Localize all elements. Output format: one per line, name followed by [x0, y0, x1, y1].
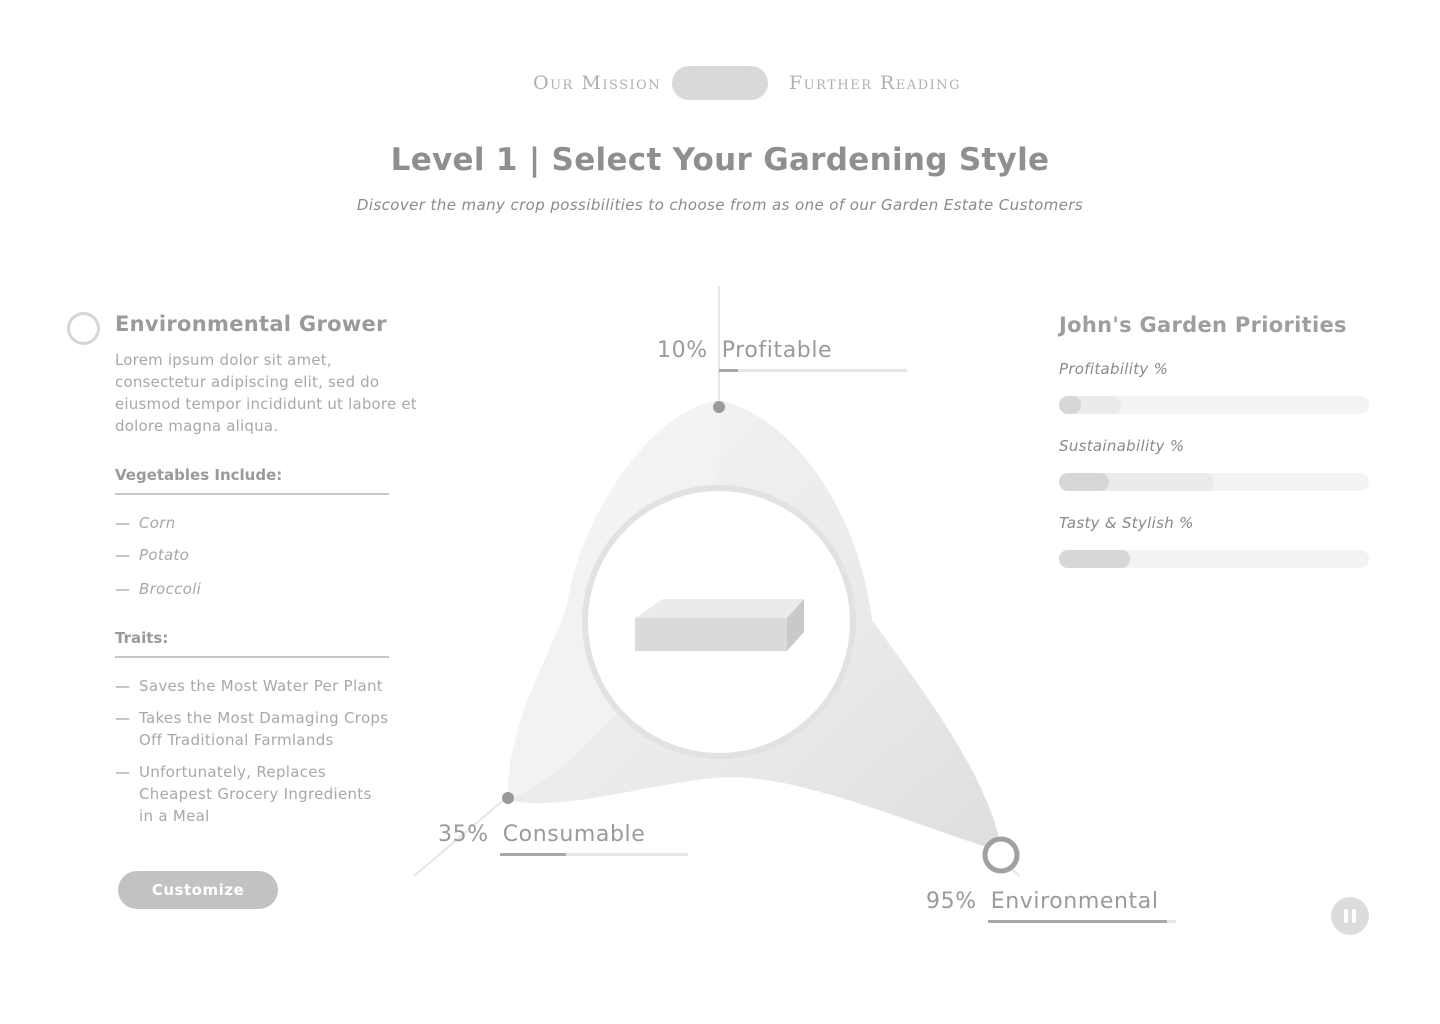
bar-environmental: [988, 920, 1176, 923]
gardening-style-diagram: [413, 286, 1021, 877]
priorities-title: John's Garden Priorities: [1059, 313, 1347, 337]
box-icon: [635, 599, 804, 651]
priority-label-tasty-stylish: Tasty & Stylish %: [1059, 514, 1194, 532]
label-profitable: 10% Profitable: [657, 338, 832, 363]
bar-profitable-fill: [719, 369, 738, 372]
priority-slider-sustainability[interactable]: [1059, 473, 1369, 491]
label-profitable-percent: 10%: [657, 338, 708, 363]
marker-profitable[interactable]: [713, 401, 725, 413]
priority-slider-profitability[interactable]: [1059, 396, 1369, 414]
label-consumable-name: Consumable: [502, 822, 646, 847]
priority-slider-tasty-stylish[interactable]: [1059, 550, 1369, 568]
pause-button[interactable]: [1331, 897, 1369, 935]
bar-environmental-fill: [988, 920, 1167, 923]
label-environmental: 95% Environmental: [926, 889, 1159, 914]
priority-slider-fill: [1059, 396, 1081, 414]
label-profitable-name: Profitable: [721, 338, 833, 363]
pause-icon: [1344, 909, 1348, 923]
bar-consumable-fill: [500, 853, 566, 856]
priority-slider-fill: [1059, 473, 1109, 491]
bar-profitable: [719, 369, 907, 372]
priority-slider-fill: [1059, 550, 1131, 568]
label-environmental-percent: 95%: [926, 889, 977, 914]
marker-environmental-handle[interactable]: [982, 836, 1020, 874]
marker-consumable[interactable]: [502, 792, 514, 804]
priority-label-sustainability: Sustainability %: [1059, 437, 1185, 455]
pause-icon: [1352, 909, 1356, 923]
label-environmental-name: Environmental: [990, 889, 1159, 914]
label-consumable-percent: 35%: [438, 822, 489, 847]
bar-consumable: [500, 853, 688, 856]
label-consumable: 35% Consumable: [438, 822, 645, 847]
priority-label-profitability: Profitability %: [1059, 360, 1169, 378]
